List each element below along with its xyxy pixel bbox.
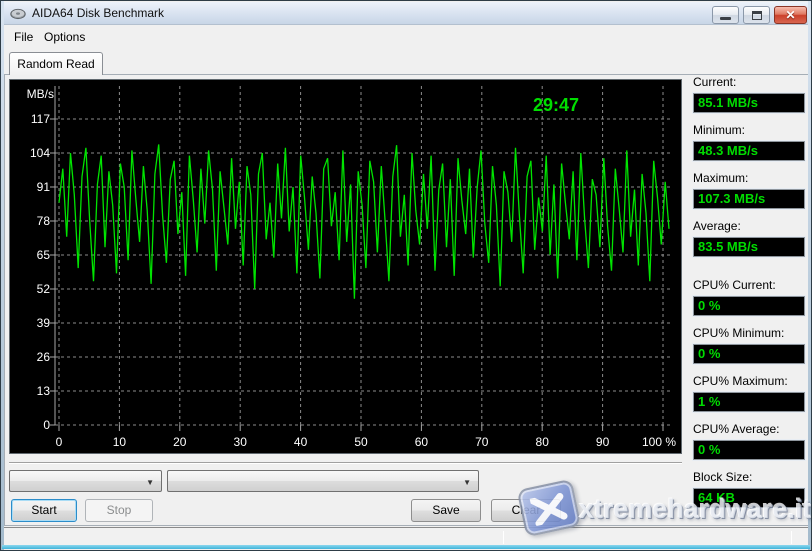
stat-label: CPU% Current: xyxy=(693,278,805,292)
stat-label: CPU% Average: xyxy=(693,422,805,436)
stat-label: Current: xyxy=(693,75,805,89)
status-separator xyxy=(791,531,792,544)
y-tick-label: 0 xyxy=(43,418,50,432)
stat-value: 48.3 MB/s xyxy=(693,141,805,161)
stat-cpu-minimum: CPU% Minimum: 0 % xyxy=(693,326,805,364)
stat-label: Maximum: xyxy=(693,171,805,185)
close-button[interactable]: ✕ xyxy=(774,6,807,24)
chevron-down-icon: ▼ xyxy=(146,479,154,487)
start-button[interactable]: Start xyxy=(11,499,77,522)
stat-value: 0 % xyxy=(693,344,805,364)
stat-label: Minimum: xyxy=(693,123,805,137)
stat-maximum: Maximum: 107.3 MB/s xyxy=(693,171,805,209)
maximize-button[interactable] xyxy=(743,6,770,24)
stat-current: Current: 85.1 MB/s xyxy=(693,75,805,113)
stat-value: 85.1 MB/s xyxy=(693,93,805,113)
x-tick-label: 80 xyxy=(536,435,550,449)
stat-label: Average: xyxy=(693,219,805,233)
minimize-icon xyxy=(720,17,731,20)
benchmark-type-select[interactable]: Random Read ▼ xyxy=(9,470,162,492)
benchmark-chart-svg: 117 104 91 78 65 52 39 26 13 0 MB/s 0 10 20 30 40 50 60 70… xyxy=(10,80,681,453)
tab-random-read[interactable]: Random Read xyxy=(9,52,103,75)
benchmark-series-line xyxy=(59,144,669,298)
stat-label: CPU% Maximum: xyxy=(693,374,805,388)
minimize-button[interactable] xyxy=(712,6,739,24)
stop-button[interactable]: Stop xyxy=(85,499,153,522)
stat-value: 0 % xyxy=(693,296,805,316)
y-tick-label: 26 xyxy=(37,350,51,364)
x-tick-label: 20 xyxy=(173,435,187,449)
stat-value: 107.3 MB/s xyxy=(693,189,805,209)
stat-average: Average: 83.5 MB/s xyxy=(693,219,805,257)
menu-bar: File Options xyxy=(4,25,808,47)
y-tick-label: 52 xyxy=(37,282,51,296)
y-tick-label: 91 xyxy=(37,180,51,194)
window-title: AIDA64 Disk Benchmark xyxy=(32,6,164,20)
stat-cpu-maximum: CPU% Maximum: 1 % xyxy=(693,374,805,412)
stat-cpu-current: CPU% Current: 0 % xyxy=(693,278,805,316)
menu-file[interactable]: File xyxy=(8,28,39,46)
stat-label: CPU% Minimum: xyxy=(693,326,805,340)
chevron-down-icon: ▼ xyxy=(463,479,471,487)
x-tick-label: 10 xyxy=(113,435,127,449)
stat-value: 64 KB xyxy=(693,488,805,508)
x-tick-label: 70 xyxy=(475,435,489,449)
y-tick-label: 78 xyxy=(37,214,51,228)
y-tick-label: 117 xyxy=(31,112,50,126)
elapsed-time: 29:47 xyxy=(533,95,579,115)
y-tick-label: 104 xyxy=(30,146,50,160)
menu-options[interactable]: Options xyxy=(38,28,91,46)
x-tick-label: 90 xyxy=(596,435,610,449)
aida64-disk-benchmark-window: AIDA64 Disk Benchmark ✕ File Options Ran… xyxy=(0,0,812,551)
stat-value: 83.5 MB/s xyxy=(693,237,805,257)
benchmark-chart: 117 104 91 78 65 52 39 26 13 0 MB/s 0 10 20 30 40 50 60 70… xyxy=(9,79,682,454)
separator-line xyxy=(9,462,682,464)
maximize-icon xyxy=(752,11,762,20)
stat-block-size: Block Size: 64 KB xyxy=(693,470,805,508)
x-tick-label: 40 xyxy=(294,435,308,449)
hdd-disk-icon xyxy=(10,6,26,22)
window-border-left xyxy=(1,1,4,550)
x-tick-label: 50 xyxy=(354,435,368,449)
stat-cpu-average: CPU% Average: 0 % xyxy=(693,422,805,460)
x-tick-label: 100 % xyxy=(642,435,676,449)
disk-drive-select[interactable]: Disk Drive #0 [SAMSUNG HD154UI] (1397.3 … xyxy=(167,470,479,492)
stat-label: Block Size: xyxy=(693,470,805,484)
stat-value: 1 % xyxy=(693,392,805,412)
stat-value: 0 % xyxy=(693,440,805,460)
x-tick-label: 30 xyxy=(234,435,248,449)
save-button[interactable]: Save xyxy=(411,499,481,522)
x-tick-label: 0 xyxy=(56,435,63,449)
window-border-right xyxy=(808,1,811,550)
stat-minimum: Minimum: 48.3 MB/s xyxy=(693,123,805,161)
window-border-bottom xyxy=(2,545,810,549)
status-separator xyxy=(503,531,504,544)
y-tick-label: 65 xyxy=(37,248,51,262)
close-icon: ✕ xyxy=(785,9,795,21)
y-tick-label: 39 xyxy=(37,316,51,330)
y-axis-unit-label: MB/s xyxy=(27,87,54,101)
y-tick-label: 13 xyxy=(37,384,51,398)
status-bar xyxy=(4,527,810,546)
x-tick-label: 60 xyxy=(415,435,429,449)
title-bar[interactable]: AIDA64 Disk Benchmark ✕ xyxy=(2,2,810,25)
clear-button[interactable]: Clear xyxy=(491,499,561,522)
